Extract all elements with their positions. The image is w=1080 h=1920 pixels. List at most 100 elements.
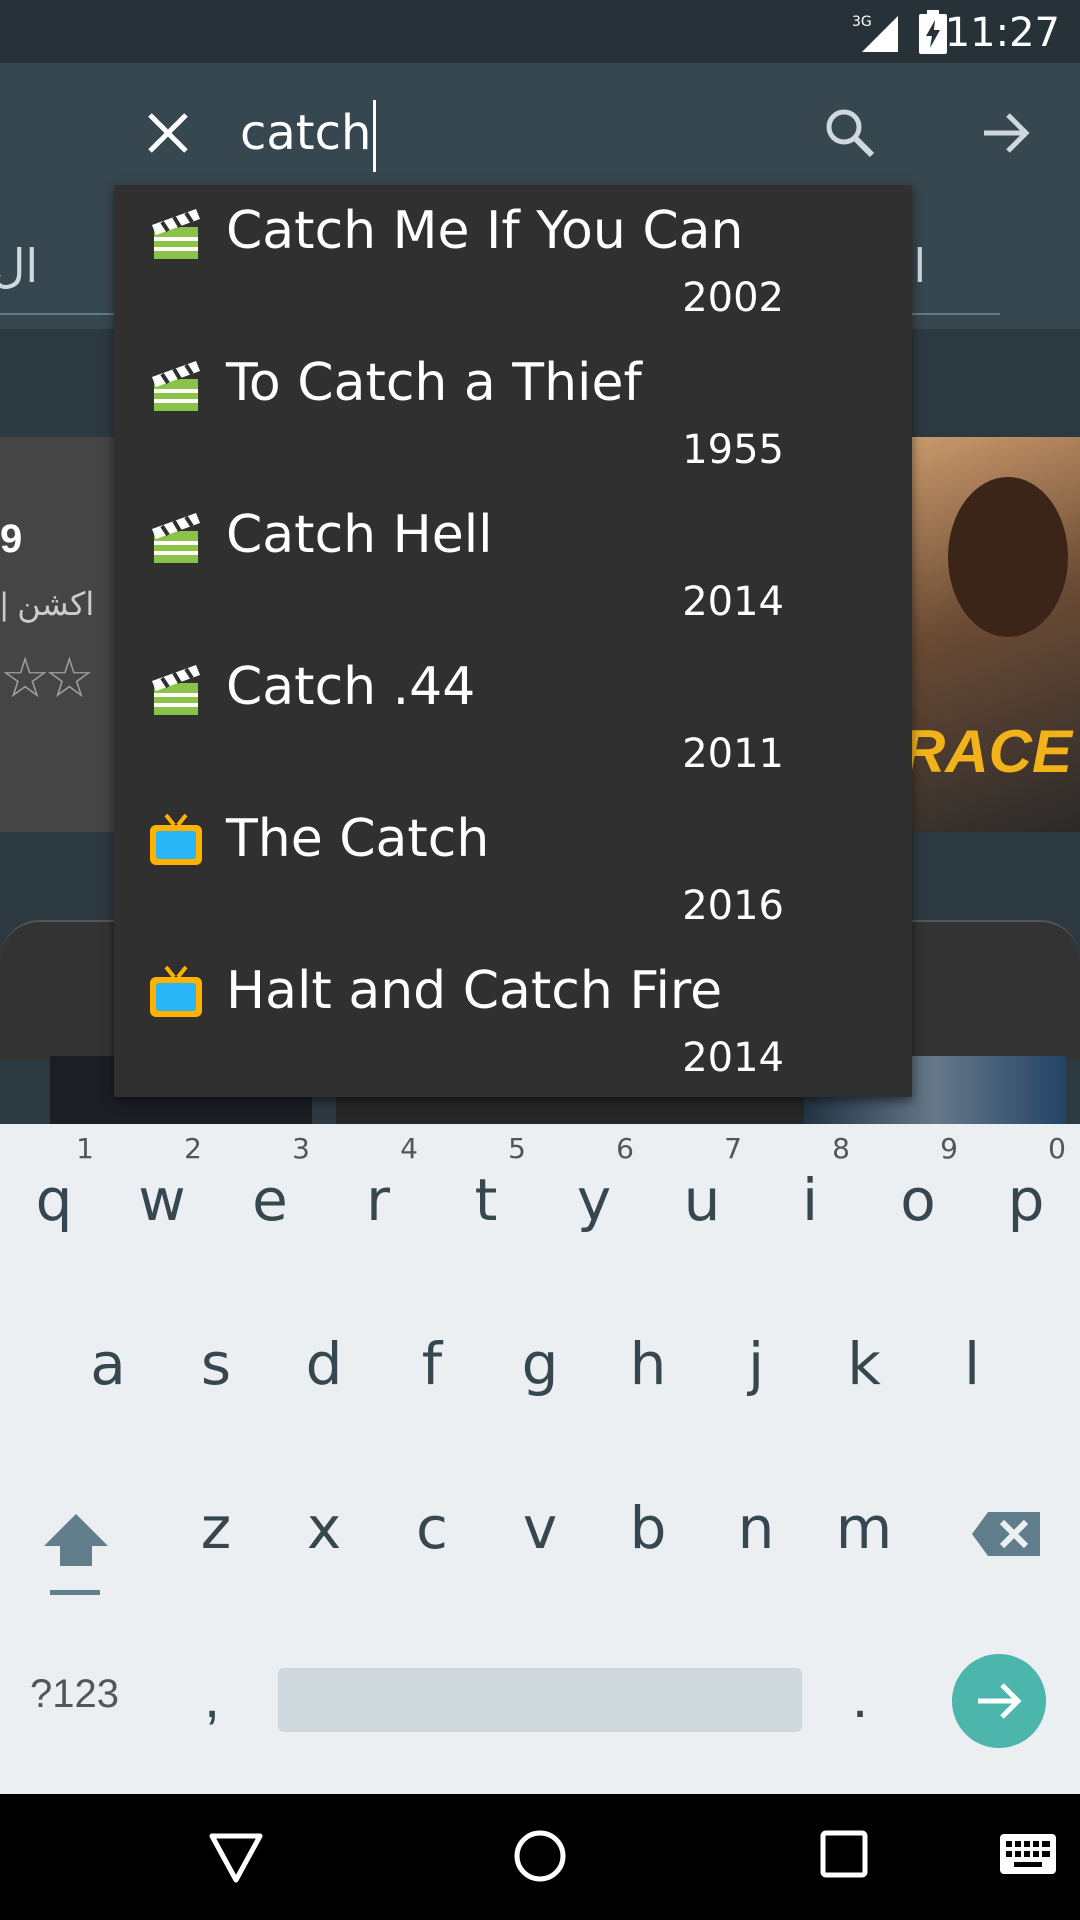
key-k[interactable]: k — [810, 1288, 918, 1438]
key-label: g — [521, 1330, 559, 1398]
close-icon[interactable] — [140, 105, 196, 161]
key-a[interactable]: a — [54, 1288, 162, 1438]
suggestion-item[interactable]: Halt and Catch Fire 2014 — [114, 945, 912, 1097]
search-query: catch — [240, 105, 372, 161]
space-key[interactable] — [278, 1668, 802, 1732]
key-g[interactable]: g — [486, 1288, 594, 1438]
key-label: x — [306, 1494, 342, 1562]
suggestion-year: 2014 — [682, 1035, 784, 1081]
navigation-bar — [0, 1794, 1080, 1920]
key-label: t — [474, 1166, 498, 1234]
key-label: e — [252, 1166, 288, 1234]
key-m[interactable]: m — [810, 1452, 918, 1602]
key-e[interactable]: e3 — [216, 1124, 324, 1274]
suggestion-item[interactable]: The Catch 2016 — [114, 793, 912, 945]
key-label: m — [835, 1494, 893, 1562]
status-time: 11:27 — [944, 10, 1060, 56]
keyboard-icon[interactable] — [1000, 1834, 1056, 1880]
search-icon[interactable] — [820, 103, 880, 163]
suggestion-item[interactable]: Catch Hell 2014 — [114, 489, 912, 641]
suggestion-title: The Catch — [226, 809, 490, 869]
suggestion-title: Catch .44 — [226, 657, 476, 717]
key-hint: 0 — [1048, 1132, 1066, 1165]
key-c[interactable]: c — [378, 1452, 486, 1602]
key-label: l — [963, 1330, 981, 1398]
key-label: s — [200, 1330, 232, 1398]
tab-left[interactable]: ال — [0, 239, 38, 293]
key-hint: 8 — [832, 1132, 850, 1165]
rating-value: 9 — [0, 517, 23, 561]
symbols-key[interactable]: ?123 — [30, 1672, 119, 1717]
key-z[interactable]: z — [162, 1452, 270, 1602]
key-hint: 1 — [76, 1132, 94, 1165]
key-label: r — [366, 1166, 390, 1234]
comma-key[interactable]: , — [204, 1664, 220, 1731]
key-q[interactable]: q1 — [0, 1124, 108, 1274]
poster-figure — [948, 477, 1068, 637]
key-label: o — [900, 1166, 936, 1234]
key-label: v — [522, 1494, 558, 1562]
key-y[interactable]: y6 — [540, 1124, 648, 1274]
tab-underline — [0, 313, 120, 315]
key-label: b — [629, 1494, 667, 1562]
key-hint: 7 — [724, 1132, 742, 1165]
key-o[interactable]: o9 — [864, 1124, 972, 1274]
key-t[interactable]: t5 — [432, 1124, 540, 1274]
back-icon[interactable] — [208, 1832, 264, 1884]
key-p[interactable]: p0 — [972, 1124, 1080, 1274]
text-caret — [373, 100, 377, 172]
key-w[interactable]: w2 — [108, 1124, 216, 1274]
key-n[interactable]: n — [702, 1452, 810, 1602]
movie-poster[interactable]: RACE — [908, 437, 1080, 832]
shift-key-icon[interactable] — [36, 1504, 116, 1604]
suggestion-item[interactable]: Catch .44 2011 — [114, 641, 912, 793]
key-label: d — [305, 1330, 343, 1398]
key-l[interactable]: l — [918, 1288, 1026, 1438]
key-label: a — [90, 1330, 126, 1398]
search-input[interactable]: catch — [240, 93, 800, 173]
suggestion-year: 2011 — [682, 731, 784, 777]
suggestion-title: Catch Hell — [226, 505, 493, 565]
key-label: k — [847, 1330, 881, 1398]
movie-clapper-icon — [152, 513, 200, 563]
poster-title: RACE — [908, 718, 1073, 785]
key-j[interactable]: j — [702, 1288, 810, 1438]
suggestion-year: 2014 — [682, 579, 784, 625]
suggestion-year: 2002 — [682, 275, 784, 321]
key-u[interactable]: u7 — [648, 1124, 756, 1274]
arrow-forward-icon[interactable] — [978, 105, 1034, 161]
key-label: j — [747, 1330, 765, 1398]
key-r[interactable]: r4 — [324, 1124, 432, 1274]
key-hint: 4 — [400, 1132, 418, 1165]
key-label: p — [1007, 1166, 1045, 1234]
suggestion-item[interactable]: Catch Me If You Can 2002 — [114, 185, 912, 337]
key-i[interactable]: i8 — [756, 1124, 864, 1274]
key-label: f — [421, 1330, 443, 1398]
enter-key-icon[interactable] — [952, 1654, 1046, 1748]
key-label: h — [629, 1330, 667, 1398]
suggestion-year: 1955 — [682, 427, 784, 473]
key-label: q — [35, 1166, 73, 1234]
key-label: n — [737, 1494, 775, 1562]
key-hint: 9 — [940, 1132, 958, 1165]
movie-clapper-icon — [152, 361, 200, 411]
key-hint: 3 — [292, 1132, 310, 1165]
recents-icon[interactable] — [820, 1830, 868, 1878]
backspace-icon[interactable] — [970, 1504, 1042, 1564]
period-key[interactable]: . — [852, 1664, 868, 1731]
suggestion-item[interactable]: To Catch a Thief 1955 — [114, 337, 912, 489]
key-s[interactable]: s — [162, 1288, 270, 1438]
tv-icon — [150, 965, 202, 1017]
key-label: w — [138, 1166, 186, 1234]
key-d[interactable]: d — [270, 1288, 378, 1438]
key-h[interactable]: h — [594, 1288, 702, 1438]
genre-label: | اكشن — [0, 586, 95, 622]
key-f[interactable]: f — [378, 1288, 486, 1438]
key-label: c — [416, 1494, 448, 1562]
home-icon[interactable] — [512, 1828, 568, 1884]
battery-charging-icon — [919, 10, 947, 54]
signal-3g-icon: 3G — [852, 14, 898, 52]
key-b[interactable]: b — [594, 1452, 702, 1602]
key-x[interactable]: x — [270, 1452, 378, 1602]
key-v[interactable]: v — [486, 1452, 594, 1602]
